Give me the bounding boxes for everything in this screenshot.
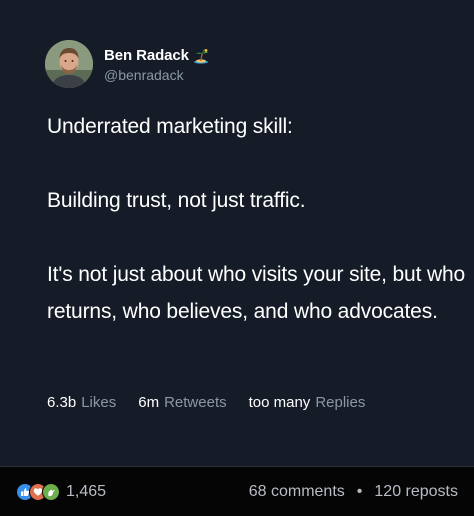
reactions-summary[interactable]: 1,465: [16, 482, 106, 502]
tweet-stats: 6.3b Likes 6m Retweets too many Replies: [47, 394, 365, 411]
reposts-link[interactable]: 120 reposts: [374, 483, 458, 501]
comments-link[interactable]: 68 comments: [249, 483, 345, 501]
retweets-label: Retweets: [164, 394, 227, 411]
tweet-paragraph: Building trust, not just traffic.: [47, 189, 306, 212]
celebrate-icon: [42, 483, 60, 501]
reaction-count: 1,465: [66, 483, 107, 500]
tweet-paragraph: It's not just about who visits your site…: [47, 263, 466, 323]
avatar[interactable]: [45, 40, 93, 88]
likes-count: 6.3b: [47, 394, 77, 411]
separator-dot: •: [356, 483, 363, 500]
replies-stat[interactable]: too many Replies: [249, 394, 366, 411]
tweet-paragraph: Underrated marketing skill:: [47, 115, 293, 138]
desert-island-icon: [193, 48, 209, 64]
likes-label: Likes: [81, 394, 117, 411]
retweets-stat[interactable]: 6m Retweets: [138, 394, 226, 411]
tweet-header: Ben Radack @benradack: [45, 38, 209, 90]
user-info: Ben Radack @benradack: [104, 46, 209, 83]
tweet-body: Underrated marketing skill: Building tru…: [47, 108, 467, 330]
likes-stat[interactable]: 6.3b Likes: [47, 394, 116, 411]
replies-label: Replies: [315, 394, 366, 411]
author-handle[interactable]: @benradack: [104, 67, 209, 83]
name-row: Ben Radack: [104, 46, 209, 66]
post-footer: 1,465 68 comments • 120 reposts: [0, 467, 474, 516]
engagement-summary: 68 comments • 120 reposts: [249, 482, 458, 502]
author-name[interactable]: Ben Radack: [104, 47, 189, 64]
replies-count: too many: [248, 394, 311, 411]
retweets-count: 6m: [138, 394, 160, 411]
tweet-card: Ben Radack @benradack Underrated marketi: [0, 0, 474, 466]
